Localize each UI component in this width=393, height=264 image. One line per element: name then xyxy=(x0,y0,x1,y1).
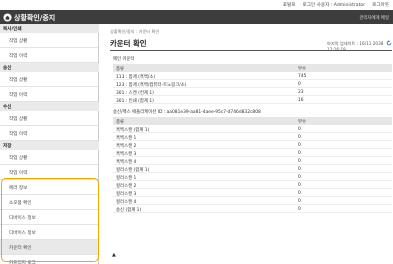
table-row: 컬러스캔 4 0 xyxy=(113,197,392,205)
sidebar-highlight-frame xyxy=(1,178,99,262)
counter-value: 0 xyxy=(298,142,301,148)
table-row: 흑백스캔 (합계 1) 0 xyxy=(113,125,392,133)
sidebar-section-store: 저장 xyxy=(0,141,99,150)
back-to-top-button[interactable]: ▲ xyxy=(112,252,116,258)
table-row: 301 : 스캔 (컨계 1) 23 xyxy=(113,88,392,96)
machine-counter-label: 메인 카운터 xyxy=(113,57,135,62)
table-row: 흑백스캔 3 0 xyxy=(113,149,392,157)
title-divider xyxy=(110,50,392,51)
table-row: 송신 (합계 1) 0 xyxy=(113,205,392,213)
table-header: 종류 부수 xyxy=(113,64,392,72)
counter-value: 0 xyxy=(298,126,301,132)
home-icon[interactable] xyxy=(3,13,12,22)
sidebar-section-copy-print: 복사/인쇄 xyxy=(0,24,99,33)
counter-type: 송신 (합계 1) xyxy=(116,207,142,213)
counter-type: 컬러스캔 2 xyxy=(116,183,137,189)
sidebar-item-store-status[interactable]: 작업 상황 xyxy=(0,150,98,165)
top-link-bar: 포털로 로그인 사용자 : Administrator 로그아웃 xyxy=(0,0,393,10)
user-counter-label: 송신/팩스 애플리케이션 ID : aa081e39-aa81-4aee-95c… xyxy=(113,110,261,115)
sidebar-section-send: 송신 xyxy=(0,63,99,72)
breadcrumb: 상황확인/중지 : 카운터 확인 xyxy=(110,29,160,34)
counter-type: 흑백스캔 (합계 1) xyxy=(116,127,150,133)
title-bar: 상황확인/중지 관리자에게 메일 xyxy=(0,10,393,24)
sidebar-item-receive-status[interactable]: 작업 상황 xyxy=(0,111,98,126)
app-title: 상황확인/중지 xyxy=(14,14,56,22)
counter-value: 0 xyxy=(298,190,301,196)
sidebar-item-send-history[interactable]: 작업 이력 xyxy=(0,87,98,102)
counter-value: 0 xyxy=(298,81,301,87)
column-header-count: 부수 xyxy=(298,119,307,125)
column-header-type: 종류 xyxy=(116,119,125,125)
sidebar-item-send-status[interactable]: 작업 상황 xyxy=(0,72,98,87)
counter-type: 컬러스캔 3 xyxy=(116,191,137,197)
counter-value: 0 xyxy=(298,182,301,188)
table-row: 흑백스캔 2 0 xyxy=(113,141,392,149)
sidebar-item-copy-print-status[interactable]: 작업 상황 xyxy=(0,33,98,48)
counter-value: 0 xyxy=(298,174,301,180)
main-content: 상황확인/중지 : 카운터 확인 카운터 확인 마지막 업데이트 : 16/11… xyxy=(99,24,393,264)
table-row: 컬러스캔 1 0 xyxy=(113,173,392,181)
portal-link[interactable]: 포털로 xyxy=(283,2,296,8)
table-row: 컬러스캔 3 0 xyxy=(113,189,392,197)
counter-type: 301 : 인쇄 (합계 1) xyxy=(116,98,154,104)
table-row: 흑백스캔 1 0 xyxy=(113,133,392,141)
counter-type: 123 : 합계 (흑백/컴퓨터-트노링크/소) xyxy=(116,82,187,88)
table-row: 컬러스캔 (합계 1) 0 xyxy=(113,165,392,173)
counter-value: 23 xyxy=(298,89,304,95)
counter-type: 컬러스캔 1 xyxy=(116,175,137,181)
counter-value: 0 xyxy=(298,134,301,140)
counter-type: 113 : 합계 (흑백/소) xyxy=(116,74,156,80)
table-header: 종류 부수 xyxy=(113,117,392,125)
top-links: 포털로 로그인 사용자 : Administrator 로그아웃 xyxy=(283,2,389,8)
table-row: 컬러스캔 2 0 xyxy=(113,181,392,189)
counter-type: 흑백스캔 1 xyxy=(116,135,137,141)
column-header-type: 종류 xyxy=(116,66,125,72)
counter-value: 0 xyxy=(298,166,301,172)
page-title: 카운터 확인 xyxy=(110,39,147,48)
counter-type: 흑백스캔 4 xyxy=(116,159,137,165)
logged-in-user: 로그인 사용자 : Administrator xyxy=(302,3,366,8)
table-row: 123 : 합계 (흑백/컴퓨터-트노링크/소) 0 xyxy=(113,80,392,88)
sidebar-item-receive-history[interactable]: 작업 이력 xyxy=(0,126,98,141)
mail-admin-link[interactable]: 관리자에게 메일 xyxy=(359,15,389,21)
counter-value: 745 xyxy=(298,73,307,79)
sidebar-item-copy-print-history[interactable]: 작업 이력 xyxy=(0,48,98,63)
counter-value: 0 xyxy=(298,158,301,164)
counter-type: 301 : 스캔 (컨계 1) xyxy=(116,90,154,96)
counter-value: 16 xyxy=(298,97,304,103)
counter-type: 컬러스캔 (합계 1) xyxy=(116,167,150,173)
sidebar-section-receive: 수신 xyxy=(0,102,99,111)
table-row: 301 : 인쇄 (합계 1) 16 xyxy=(113,96,392,104)
counter-value: 0 xyxy=(298,198,301,204)
counter-type: 흑백스캔 2 xyxy=(116,143,137,149)
counter-value: 0 xyxy=(298,206,301,212)
table-row: 113 : 합계 (흑백/소) 745 xyxy=(113,72,392,80)
refresh-icon[interactable] xyxy=(386,40,392,46)
counter-type: 흑백스캔 3 xyxy=(116,151,137,157)
counter-type: 컬러스캔 4 xyxy=(116,199,137,205)
counter-value: 0 xyxy=(298,150,301,156)
logout-link[interactable]: 로그아웃 xyxy=(372,2,389,8)
column-header-count: 부수 xyxy=(298,66,307,72)
table-row: 흑백스캔 4 0 xyxy=(113,157,392,165)
